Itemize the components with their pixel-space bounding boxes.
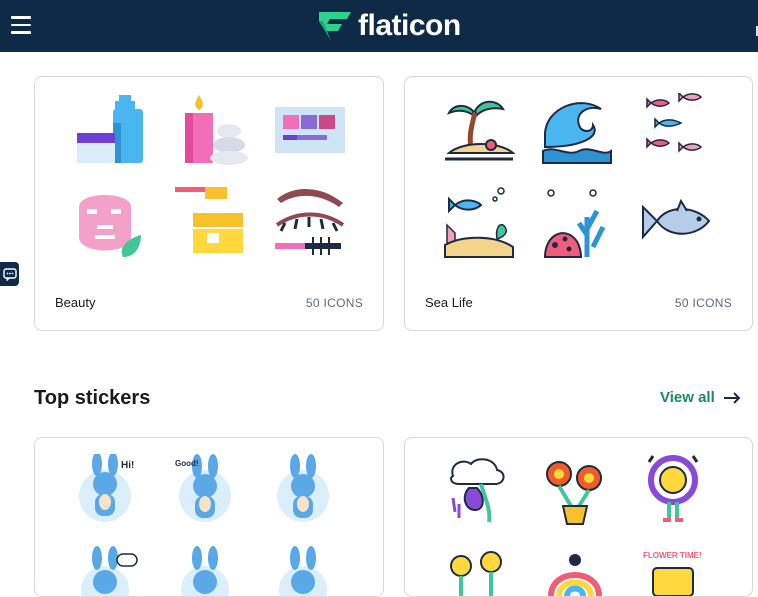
feedback-button[interactable] [0,262,19,286]
section-title: Top stickers [34,387,151,409]
cut-off-nav-icon [754,26,758,36]
menu-icon[interactable] [11,16,31,34]
flaticon-logo[interactable]: flaticon [318,9,461,43]
palm-island-icon [445,100,515,161]
cream-jar-icon [175,187,243,253]
sticker-pack-card-flowers[interactable]: FLOWER TIME! [404,437,753,597]
svg-text:Hi!: Hi! [121,460,134,471]
candle-stones-icon [185,95,248,165]
coral-reef-icon [543,189,606,258]
fish-seaweed-icon [444,187,514,258]
collection-icon-count: 50 ICONS [305,296,363,310]
bunny-hi-sticker: Hi! [79,454,134,522]
collection-title: Sea Life [425,295,473,310]
collection-card-beauty[interactable]: Beauty 50 ICONS [34,76,384,331]
view-all-link[interactable]: View all [660,389,741,406]
collection-card-sea-life[interactable]: Sea Life 50 ICONS [404,76,753,331]
daisy-duo-sticker [450,551,502,596]
daisy-cheer-sticker [647,455,699,522]
bunny-surprised-sticker [181,546,229,596]
tuna-fish-icon [642,198,711,240]
eyeshadow-palette-icon [275,107,345,153]
view-all-label: View all [660,389,715,406]
lotion-bottles-icon [77,95,143,163]
sticker-pack-card-bunny[interactable]: Hi! Good! [34,437,384,597]
bunny-happy-sticker [277,454,329,522]
svg-text:Good!: Good! [175,459,199,468]
logo-text: flaticon [358,9,461,42]
flower-cloud-sticker [450,458,505,523]
arrow-right-icon [723,391,741,404]
collection-title: Beauty [55,295,96,310]
feedback-icon [2,267,17,281]
bunny-chat-sticker [81,546,138,596]
flower-time-sticker: FLOWER TIME! [643,551,702,596]
rainbow-flower-sticker [548,554,602,596]
flaticon-logo-icon [319,12,351,41]
collection-icon-count: 50 ICONS [674,296,732,310]
top-navigation-bar: flaticon [0,0,758,52]
flower-pot-sticker [546,461,602,525]
ocean-wave-icon [542,102,612,164]
eyelash-mascara-icon [275,188,345,255]
fish-school-icon [646,93,703,153]
bunny-good-sticker: Good! [175,454,231,522]
bunny-cheer-sticker [279,546,327,596]
svg-text:FLOWER TIME!: FLOWER TIME! [643,551,702,560]
face-mask-icon [79,195,141,257]
